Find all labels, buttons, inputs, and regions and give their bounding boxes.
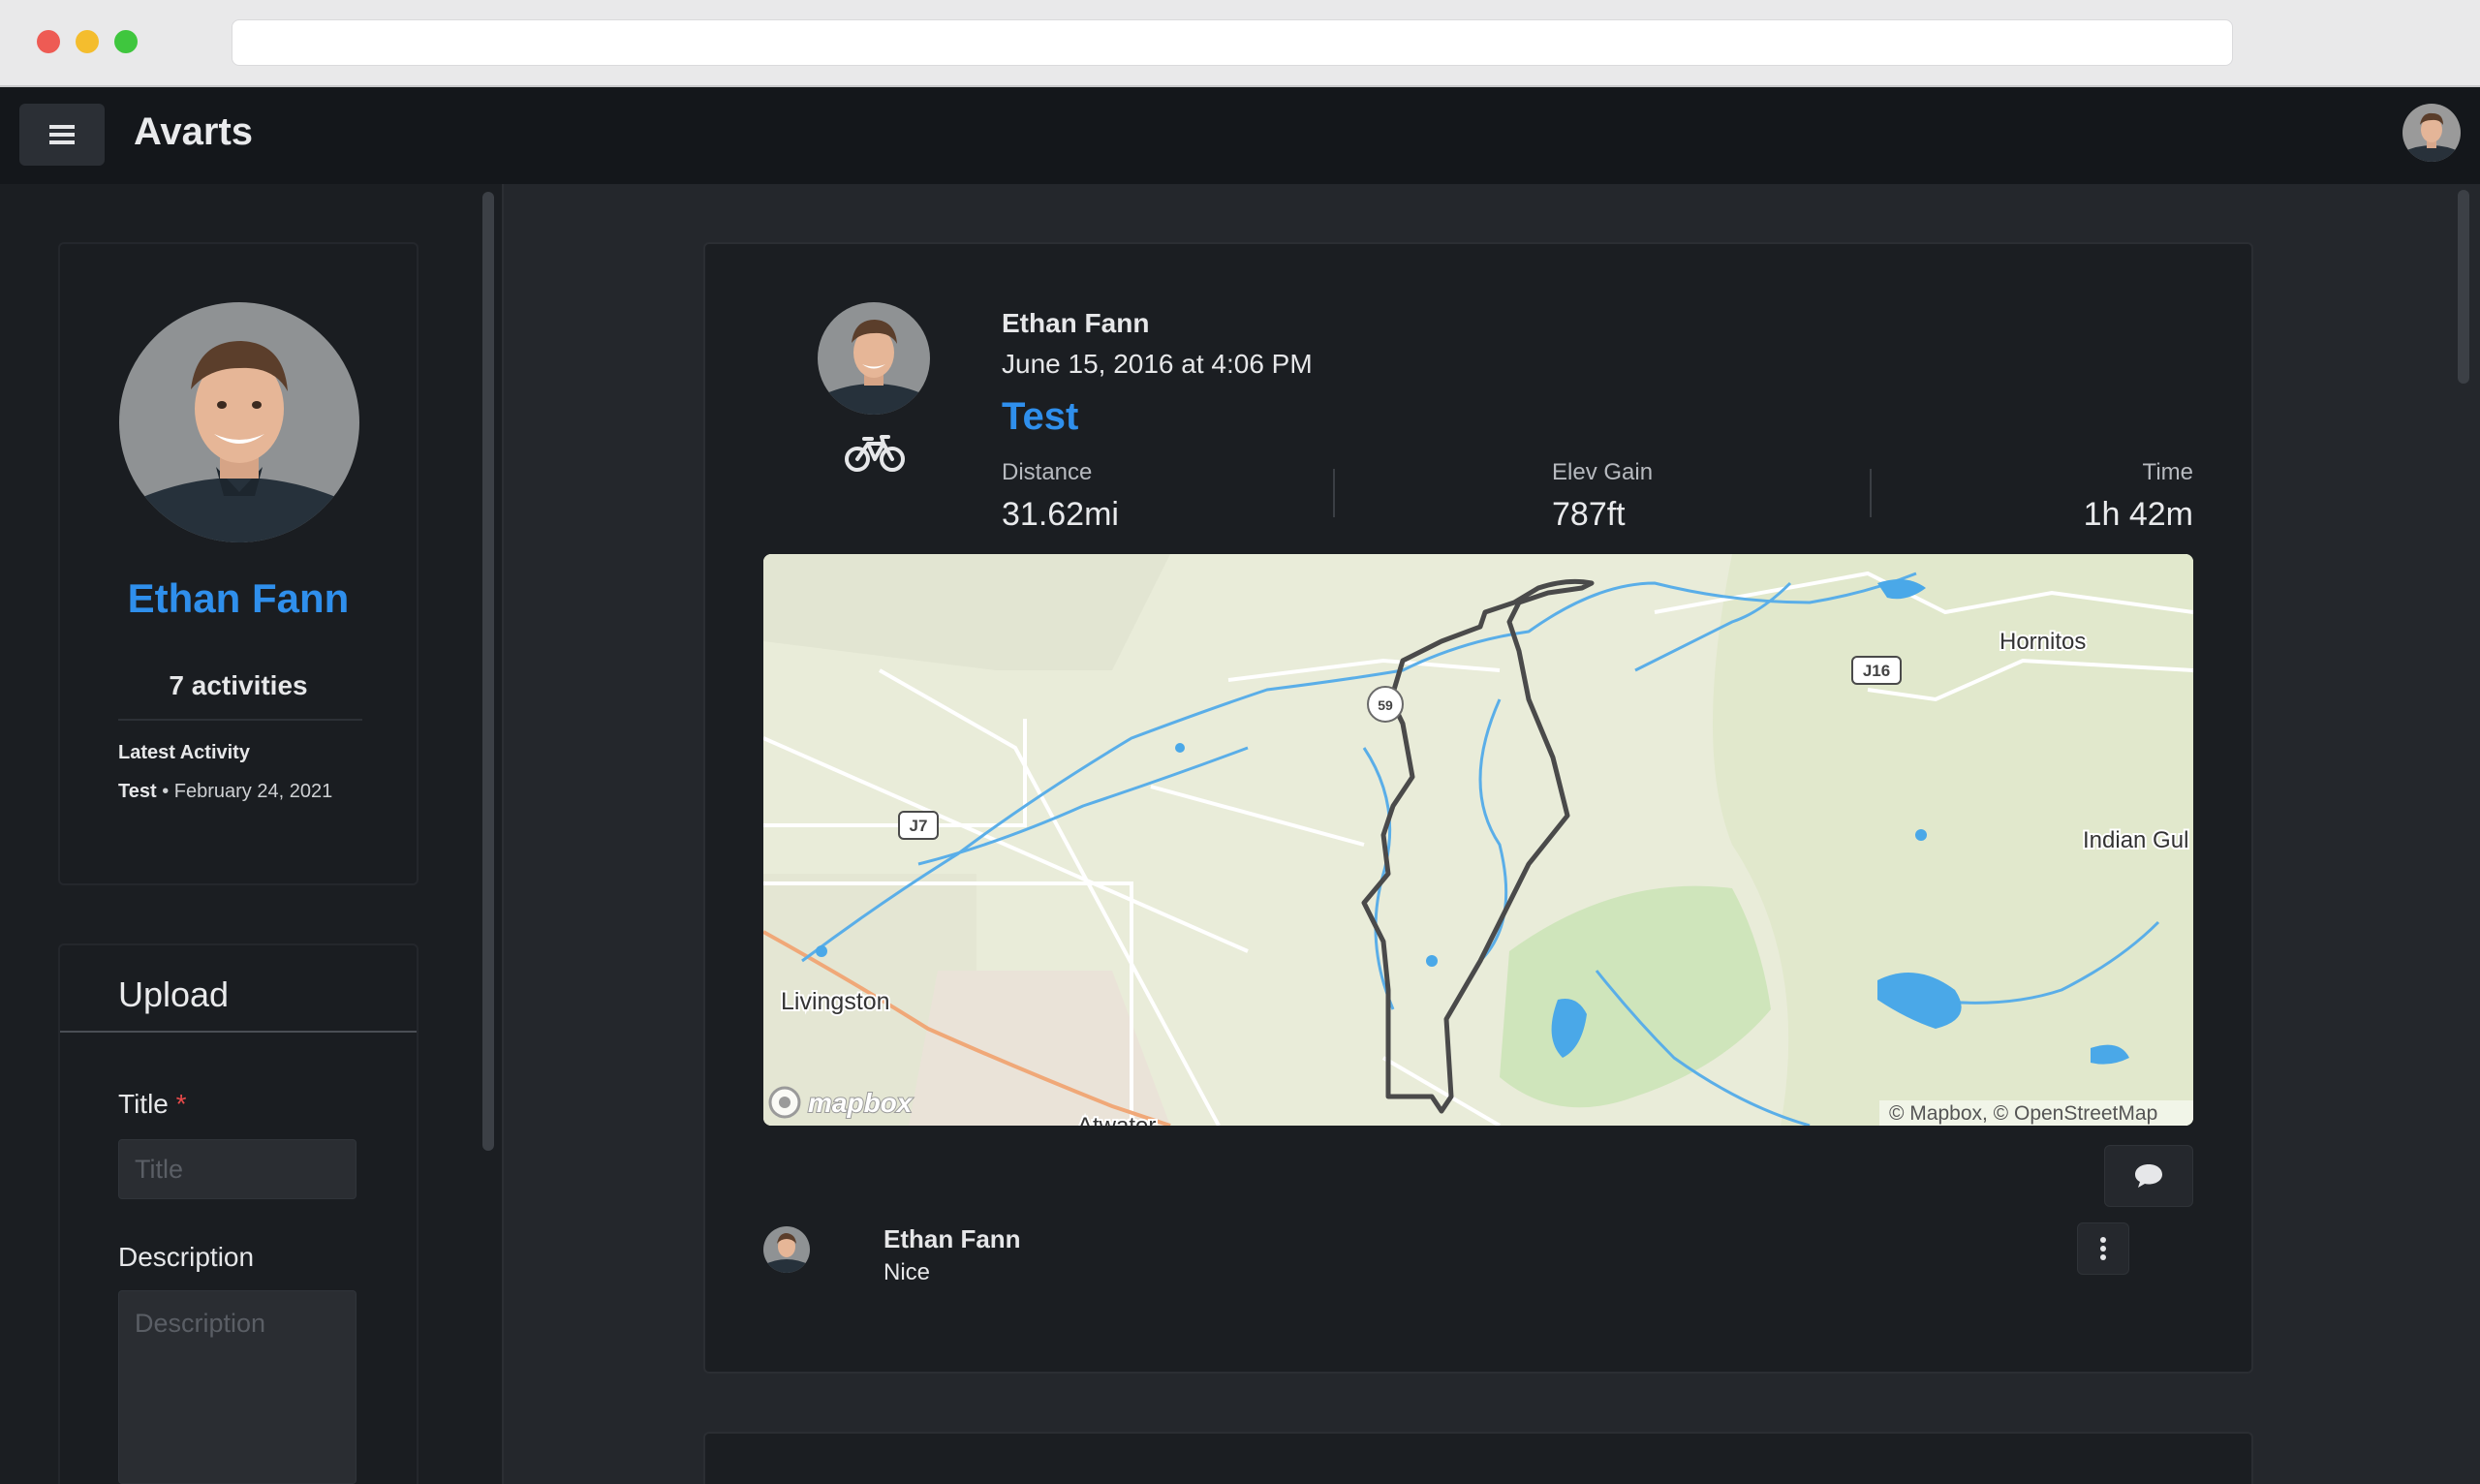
stat-distance-label: Distance xyxy=(1002,459,1093,485)
highway-shield-j7: J7 xyxy=(898,811,939,840)
profile-avatar[interactable] xyxy=(119,302,359,542)
bicycle-icon xyxy=(845,435,905,472)
comment-icon xyxy=(2135,1164,2162,1188)
latest-activity-title[interactable]: Test xyxy=(118,781,157,802)
stat-distance: Distance 31.62mi xyxy=(1002,459,1119,534)
comment-button[interactable] xyxy=(2104,1145,2193,1207)
stat-elev-label: Elev Gain xyxy=(1552,459,1654,485)
description-input[interactable] xyxy=(118,1290,356,1484)
divider xyxy=(60,1031,417,1033)
title-label: Title * xyxy=(118,1089,187,1120)
activity-athlete-name[interactable]: Ethan Fann xyxy=(1002,308,1149,339)
athlete-avatar[interactable] xyxy=(818,302,930,415)
description-label: Description xyxy=(118,1242,255,1272)
highway-shield-j16: J16 xyxy=(1851,656,1902,685)
profile-card: Ethan Fann 7 activities Latest Activity … xyxy=(58,242,418,885)
stat-elev-value: 787ft xyxy=(1552,496,1626,533)
svg-text:59: 59 xyxy=(1378,697,1393,713)
map-label-indian-gulch: Indian Gul xyxy=(2083,827,2188,853)
title-label-text: Title xyxy=(118,1089,169,1119)
browser-chrome xyxy=(0,0,2480,87)
menu-toggle-button[interactable] xyxy=(19,104,105,166)
comment-options-button[interactable] xyxy=(2077,1222,2129,1275)
title-input[interactable] xyxy=(118,1139,356,1199)
stat-time-value: 1h 42m xyxy=(2083,496,2193,533)
highway-shield-59: 59 xyxy=(1367,686,1404,723)
latest-activity-separator: • xyxy=(156,781,174,802)
divider xyxy=(118,719,362,721)
stat-time-label: Time xyxy=(2142,459,2193,485)
activity-card-next xyxy=(703,1432,2253,1484)
sidebar-scrollbar[interactable] xyxy=(482,192,494,1151)
address-bar[interactable] xyxy=(232,19,2233,66)
activity-date: June 15, 2016 at 4:06 PM xyxy=(1002,349,1313,379)
app-brand[interactable]: Avarts xyxy=(134,110,253,154)
sidebar: Ethan Fann 7 activities Latest Activity … xyxy=(0,184,504,1484)
activity-count: 7 activities xyxy=(169,670,308,700)
latest-activity-date: February 24, 2021 xyxy=(173,781,333,802)
maximize-window-button[interactable] xyxy=(114,30,138,53)
required-mark: * xyxy=(175,1089,187,1119)
activity-card: Ethan Fann June 15, 2016 at 4:06 PM Test… xyxy=(703,242,2253,1374)
hamburger-icon xyxy=(49,125,75,144)
activity-title[interactable]: Test xyxy=(1002,395,1078,439)
minimize-window-button[interactable] xyxy=(76,30,99,53)
svg-text:J16: J16 xyxy=(1863,662,1890,680)
route-map[interactable]: J16 J7 59 Hornitos Indian Gul Livingston… xyxy=(763,554,2193,1126)
map-label-livingston: Livingston xyxy=(781,988,890,1015)
close-window-button[interactable] xyxy=(37,30,60,53)
more-vertical-icon xyxy=(2100,1237,2106,1260)
upload-heading: Upload xyxy=(118,974,230,1014)
stat-time: Time 1h 42m xyxy=(2084,459,2193,534)
upload-card: Upload Title * Description xyxy=(58,943,418,1484)
stat-distance-value: 31.62mi xyxy=(1002,496,1119,533)
app-navbar: Avarts xyxy=(0,87,2480,184)
stat-divider xyxy=(1870,469,1872,517)
stat-elev-gain: Elev Gain 787ft xyxy=(1552,459,1653,534)
latest-activity-label: Latest Activity xyxy=(118,742,250,763)
map-label-hornitos: Hornitos xyxy=(2000,629,2086,655)
main-scrollbar[interactable] xyxy=(2458,190,2469,384)
mapbox-logo[interactable]: mapbox xyxy=(768,1086,914,1119)
latest-activity-summary: Test • February 24, 2021 xyxy=(118,781,332,803)
stat-divider xyxy=(1333,469,1335,517)
comment-author[interactable]: Ethan Fann xyxy=(884,1224,1021,1254)
comment-text: Nice xyxy=(884,1259,931,1285)
map-label-atwater: Atwater xyxy=(1077,1113,1156,1126)
comment-author-avatar[interactable] xyxy=(763,1226,810,1273)
profile-name[interactable]: Ethan Fann xyxy=(60,575,417,622)
map-attribution[interactable]: © Mapbox, © OpenStreetMap xyxy=(1889,1102,2157,1125)
user-avatar[interactable] xyxy=(2402,104,2461,162)
svg-text:mapbox: mapbox xyxy=(808,1088,914,1118)
svg-text:J7: J7 xyxy=(910,817,928,835)
